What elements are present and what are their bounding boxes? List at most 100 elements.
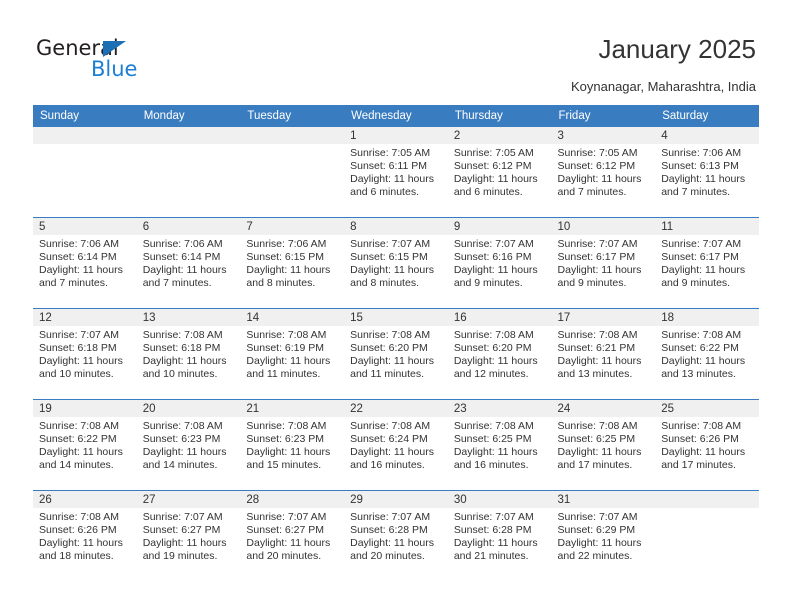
daylight-duration-line1: Daylight: 11 hours bbox=[453, 446, 538, 459]
calendar-cell[interactable]: 22 Sunrise: 7:08 AM Sunset: 6:24 PM Dayligh… bbox=[344, 399, 448, 491]
calendar-cell[interactable]: 4 Sunrise: 7:06 AM Sunset: 6:13 PM Daylight… bbox=[655, 127, 759, 218]
calendar-cell[interactable]: 23 Sunrise: 7:08 AM Sunset: 6:25 PM Dayligh… bbox=[447, 399, 552, 491]
day-number: 13 bbox=[136, 309, 241, 326]
day-cell: 26 Sunrise: 7:08 AM Sunset: 6:26 PM Dayligh… bbox=[33, 491, 137, 581]
day-number: 12 bbox=[33, 309, 137, 326]
calendar-cell[interactable]: 26 Sunrise: 7:08 AM Sunset: 6:26 PM Dayligh… bbox=[33, 490, 137, 581]
calendar-cell[interactable]: 8 Sunrise: 7:07 AM Sunset: 6:15 PM Daylight… bbox=[344, 217, 448, 309]
calendar-cell[interactable]: 7 Sunrise: 7:06 AM Sunset: 6:15 PM Daylight… bbox=[240, 217, 345, 309]
calendar-cell bbox=[136, 127, 241, 218]
day-number: 10 bbox=[551, 218, 656, 235]
sunrise-time: Sunrise: 7:08 AM bbox=[661, 329, 742, 341]
day-number: 31 bbox=[551, 491, 656, 508]
day-details: Sunrise: 7:08 AM Sunset: 6:23 PM Daylight:… bbox=[137, 417, 241, 472]
daylight-duration-line2: and 8 minutes. bbox=[350, 277, 419, 290]
empty-day bbox=[655, 491, 759, 581]
day-details: Sunrise: 7:07 AM Sunset: 6:16 PM Daylight:… bbox=[448, 235, 552, 290]
day-details: Sunrise: 7:08 AM Sunset: 6:23 PM Daylight:… bbox=[240, 417, 344, 472]
day-details: Sunrise: 7:08 AM Sunset: 6:19 PM Daylight:… bbox=[240, 326, 344, 381]
sunset-time: Sunset: 6:28 PM bbox=[453, 524, 532, 537]
daylight-duration-line2: and 16 minutes. bbox=[350, 459, 425, 472]
day-details: Sunrise: 7:07 AM Sunset: 6:18 PM Daylight:… bbox=[33, 326, 137, 381]
calendar-cell[interactable]: 18 Sunrise: 7:08 AM Sunset: 6:22 PM Dayligh… bbox=[655, 308, 759, 400]
page-location: Koynanagar, Maharashtra, India bbox=[570, 79, 756, 94]
day-cell: 23 Sunrise: 7:08 AM Sunset: 6:25 PM Dayligh… bbox=[447, 400, 552, 490]
day-number: 30 bbox=[447, 491, 552, 508]
weekday-header-monday: Monday bbox=[136, 105, 241, 127]
calendar-cell[interactable]: 13 Sunrise: 7:08 AM Sunset: 6:18 PM Dayligh… bbox=[136, 308, 241, 400]
calendar-cell[interactable]: 20 Sunrise: 7:08 AM Sunset: 6:23 PM Dayligh… bbox=[136, 399, 241, 491]
day-cell: 29 Sunrise: 7:07 AM Sunset: 6:28 PM Dayligh… bbox=[344, 491, 448, 581]
calendar-cell[interactable]: 17 Sunrise: 7:08 AM Sunset: 6:21 PM Dayligh… bbox=[551, 308, 656, 400]
sunrise-time: Sunrise: 7:08 AM bbox=[142, 329, 223, 341]
daylight-duration-line2: and 9 minutes. bbox=[557, 277, 627, 290]
sunset-time: Sunset: 6:26 PM bbox=[39, 524, 117, 537]
sunrise-time: Sunrise: 7:07 AM bbox=[453, 511, 534, 523]
calendar-cell[interactable]: 12 Sunrise: 7:07 AM Sunset: 6:18 PM Dayligh… bbox=[33, 308, 137, 400]
daylight-duration-line2: and 8 minutes. bbox=[246, 277, 316, 290]
calendar-cell[interactable]: 3 Sunrise: 7:05 AM Sunset: 6:12 PM Daylight… bbox=[551, 127, 656, 218]
page-header: General Blue January 2025 Koynanagar, Ma… bbox=[0, 0, 792, 104]
day-number: 9 bbox=[447, 218, 552, 235]
daylight-duration-line2: and 18 minutes. bbox=[39, 550, 114, 563]
day-number: 3 bbox=[551, 127, 656, 144]
daylight-duration-line1: Daylight: 11 hours bbox=[453, 264, 538, 277]
daylight-duration-line1: Daylight: 11 hours bbox=[142, 446, 227, 459]
calendar-cell[interactable]: 21 Sunrise: 7:08 AM Sunset: 6:23 PM Dayligh… bbox=[240, 399, 345, 491]
day-number: 23 bbox=[447, 400, 552, 417]
page-title: January 2025 bbox=[598, 34, 756, 64]
day-cell: 5 Sunrise: 7:06 AM Sunset: 6:14 PM Daylight… bbox=[33, 218, 137, 308]
calendar-cell[interactable]: 2 Sunrise: 7:05 AM Sunset: 6:12 PM Daylight… bbox=[447, 127, 552, 218]
day-number: 5 bbox=[33, 218, 137, 235]
day-details: Sunrise: 7:08 AM Sunset: 6:24 PM Daylight:… bbox=[344, 417, 448, 472]
daylight-duration-line2: and 19 minutes. bbox=[142, 550, 218, 563]
daylight-duration-line1: Daylight: 11 hours bbox=[39, 446, 123, 459]
daylight-duration-line1: Daylight: 11 hours bbox=[557, 355, 642, 368]
day-number: 24 bbox=[551, 400, 656, 417]
calendar-cell[interactable]: 6 Sunrise: 7:06 AM Sunset: 6:14 PM Daylight… bbox=[136, 217, 241, 309]
sunset-time: Sunset: 6:13 PM bbox=[661, 160, 739, 173]
day-cell: 8 Sunrise: 7:07 AM Sunset: 6:15 PM Daylight… bbox=[344, 218, 448, 308]
day-cell: 2 Sunrise: 7:05 AM Sunset: 6:12 PM Daylight… bbox=[447, 127, 552, 217]
day-number: 20 bbox=[136, 400, 241, 417]
empty-day bbox=[33, 127, 137, 217]
day-cell: 31 Sunrise: 7:07 AM Sunset: 6:29 PM Dayligh… bbox=[551, 491, 656, 581]
calendar-cell[interactable]: 1 Sunrise: 7:05 AM Sunset: 6:11 PM Daylight… bbox=[344, 127, 448, 218]
calendar-cell[interactable]: 14 Sunrise: 7:08 AM Sunset: 6:19 PM Dayligh… bbox=[240, 308, 345, 400]
day-cell: 14 Sunrise: 7:08 AM Sunset: 6:19 PM Dayligh… bbox=[240, 309, 345, 399]
calendar-cell[interactable]: 5 Sunrise: 7:06 AM Sunset: 6:14 PM Daylight… bbox=[33, 217, 137, 309]
brand-logo[interactable]: General Blue bbox=[36, 36, 236, 88]
calendar-cell[interactable]: 31 Sunrise: 7:07 AM Sunset: 6:29 PM Dayligh… bbox=[551, 490, 656, 581]
calendar-cell[interactable]: 29 Sunrise: 7:07 AM Sunset: 6:28 PM Dayligh… bbox=[344, 490, 448, 581]
day-cell: 1 Sunrise: 7:05 AM Sunset: 6:11 PM Daylight… bbox=[344, 127, 448, 217]
calendar-cell[interactable]: 11 Sunrise: 7:07 AM Sunset: 6:17 PM Dayligh… bbox=[655, 217, 759, 309]
calendar-cell[interactable]: 10 Sunrise: 7:07 AM Sunset: 6:17 PM Dayligh… bbox=[551, 217, 656, 309]
daylight-duration-line2: and 12 minutes. bbox=[453, 368, 529, 381]
calendar-cell[interactable]: 9 Sunrise: 7:07 AM Sunset: 6:16 PM Daylight… bbox=[447, 217, 552, 309]
calendar-cell[interactable]: 30 Sunrise: 7:07 AM Sunset: 6:28 PM Dayligh… bbox=[447, 490, 552, 581]
sunset-time: Sunset: 6:17 PM bbox=[557, 251, 636, 264]
sunset-time: Sunset: 6:15 PM bbox=[350, 251, 428, 264]
calendar-cell[interactable]: 19 Sunrise: 7:08 AM Sunset: 6:22 PM Dayligh… bbox=[33, 399, 137, 491]
sunset-time: Sunset: 6:14 PM bbox=[39, 251, 117, 264]
daylight-duration-line2: and 6 minutes. bbox=[453, 186, 523, 199]
day-cell: 30 Sunrise: 7:07 AM Sunset: 6:28 PM Dayligh… bbox=[447, 491, 552, 581]
calendar-cell[interactable]: 25 Sunrise: 7:08 AM Sunset: 6:26 PM Dayligh… bbox=[655, 399, 759, 491]
day-details: Sunrise: 7:05 AM Sunset: 6:11 PM Daylight:… bbox=[344, 144, 448, 199]
day-number: 25 bbox=[655, 400, 759, 417]
calendar-cell[interactable]: 27 Sunrise: 7:07 AM Sunset: 6:27 PM Dayligh… bbox=[136, 490, 241, 581]
day-number: 6 bbox=[136, 218, 241, 235]
sunset-time: Sunset: 6:19 PM bbox=[246, 342, 325, 355]
daylight-duration-line1: Daylight: 11 hours bbox=[142, 355, 227, 368]
day-cell: 25 Sunrise: 7:08 AM Sunset: 6:26 PM Dayligh… bbox=[655, 400, 759, 490]
calendar-week-row: 19 Sunrise: 7:08 AM Sunset: 6:22 PM Dayligh… bbox=[33, 399, 759, 491]
calendar-cell[interactable]: 28 Sunrise: 7:07 AM Sunset: 6:27 PM Dayligh… bbox=[240, 490, 345, 581]
calendar-page: General Blue January 2025 Koynanagar, Ma… bbox=[0, 0, 792, 612]
daylight-duration-line1: Daylight: 11 hours bbox=[661, 355, 746, 368]
sunrise-time: Sunrise: 7:05 AM bbox=[557, 147, 638, 159]
calendar-cell[interactable]: 24 Sunrise: 7:08 AM Sunset: 6:25 PM Dayligh… bbox=[551, 399, 656, 491]
calendar-cell[interactable]: 16 Sunrise: 7:08 AM Sunset: 6:20 PM Dayligh… bbox=[447, 308, 552, 400]
day-number: 29 bbox=[344, 491, 448, 508]
daylight-duration-line1: Daylight: 11 hours bbox=[661, 264, 746, 277]
calendar-cell[interactable]: 15 Sunrise: 7:08 AM Sunset: 6:20 PM Dayligh… bbox=[344, 308, 448, 400]
